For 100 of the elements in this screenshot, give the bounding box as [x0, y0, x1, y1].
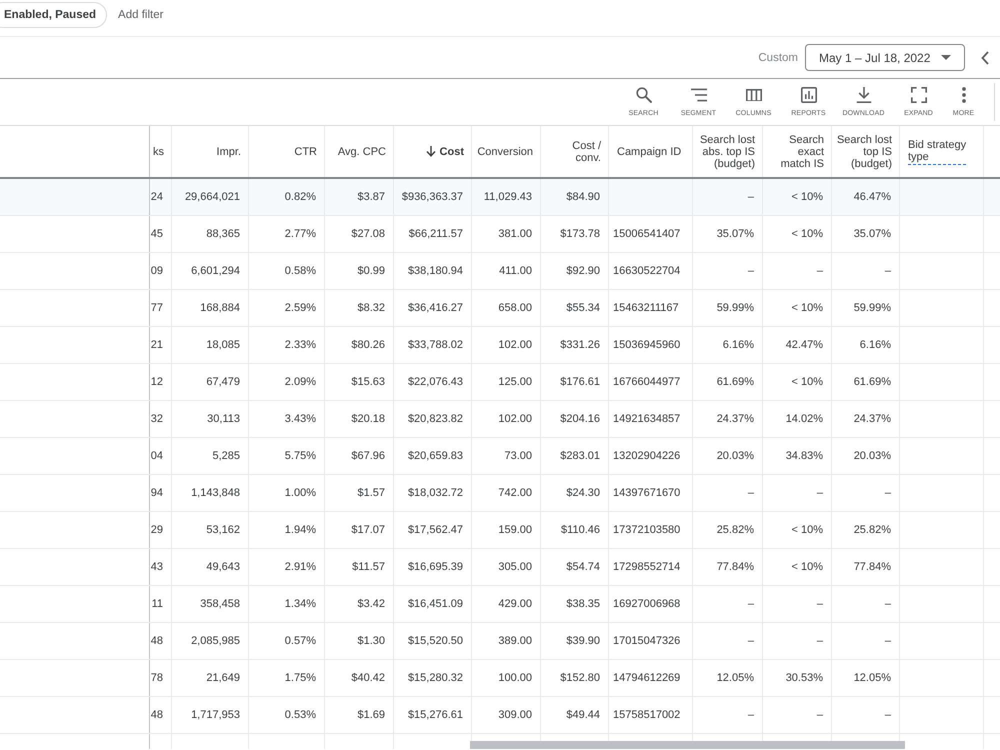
table-cell: $33,788.02	[394, 327, 472, 363]
table-cell: 17298552714	[609, 549, 693, 585]
table-cell: 12.05%	[832, 660, 900, 696]
table-cell: $66,211.57	[394, 216, 472, 252]
table-cell: 14.02%	[763, 401, 832, 437]
column-header[interactable]: Cost	[394, 126, 472, 177]
table-cell: $16,695.39	[394, 549, 472, 585]
table-cell: 411.00	[472, 253, 541, 289]
chevron-left-icon[interactable]	[981, 50, 989, 64]
table-cell: –	[832, 586, 900, 622]
date-range-label: Custom	[758, 52, 798, 64]
table-cell: 77	[150, 290, 172, 326]
table-cell: 78	[150, 660, 172, 696]
table-cell: 09	[150, 253, 172, 289]
table-cell: $18,032.72	[394, 475, 472, 511]
table-cell: $283.01	[541, 438, 609, 474]
table-cell: 159.00	[472, 512, 541, 548]
table-cell: $0.99	[325, 253, 394, 289]
caret-down-icon	[941, 55, 951, 60]
column-header[interactable]: Search exact match IS	[763, 126, 832, 177]
table-cell: $331.26	[541, 327, 609, 363]
column-header[interactable]: Search lost top IS (budget)	[832, 126, 900, 177]
table-cell: –	[693, 586, 763, 622]
table-cell: 0.82%	[249, 179, 325, 215]
table-cell: $936,363.37	[394, 179, 472, 215]
table-cell: < 10%	[763, 179, 832, 215]
table-cell: 21,649	[172, 660, 249, 696]
column-header[interactable]: Search lost abs. top IS (budget)	[693, 126, 763, 177]
table-cell: 15758517002	[609, 697, 693, 733]
column-header[interactable]: Campaign ID	[609, 126, 693, 177]
table-cell: 2.09%	[249, 364, 325, 400]
table-cell: 5,285	[172, 438, 249, 474]
table-cell: $3.42	[325, 586, 394, 622]
table-cell: 29	[150, 512, 172, 548]
table-cell: 16766044977	[609, 364, 693, 400]
table-cell: 14794612269	[609, 660, 693, 696]
table-cell: 25.82%	[693, 512, 763, 548]
table-cell: $15,276.61	[394, 697, 472, 733]
table-cell: 12	[150, 364, 172, 400]
table-cell: 0.53%	[249, 697, 325, 733]
table-cell: 14397671670	[609, 475, 693, 511]
table-cell: 0.58%	[249, 253, 325, 289]
table-cell: 94	[150, 475, 172, 511]
table-cell: 77.84%	[693, 549, 763, 585]
table-cell: 35.07%	[832, 216, 900, 252]
table-cell: 16630522704	[609, 253, 693, 289]
table-cell: $15,520.50	[394, 623, 472, 659]
table-cell: 100.00	[472, 660, 541, 696]
table-cell: $80.26	[325, 327, 394, 363]
filter-chip[interactable]: Enabled, Paused	[0, 2, 108, 28]
table-cell: < 10%	[763, 364, 832, 400]
arrow-down-icon	[426, 146, 436, 157]
table-cell: $16,451.09	[394, 586, 472, 622]
table-cell: 24.37%	[693, 401, 763, 437]
table-cell: 429.00	[472, 586, 541, 622]
table-cell: $36,416.27	[394, 290, 472, 326]
table-cell: 21	[150, 327, 172, 363]
table-cell: 14921634857	[609, 401, 693, 437]
column-header[interactable]: Cost / conv.	[541, 126, 609, 177]
table-cell: $20.18	[325, 401, 394, 437]
table-cell: –	[693, 179, 763, 215]
table-cell: $152.80	[541, 660, 609, 696]
table-cell: $67.96	[325, 438, 394, 474]
table-cell: $110.46	[541, 512, 609, 548]
table-cell: $17,562.47	[394, 512, 472, 548]
table-cell: 17372103580	[609, 512, 693, 548]
table-cell: $204.16	[541, 401, 609, 437]
search-icon	[636, 87, 652, 103]
table-cell: 0.57%	[249, 623, 325, 659]
table-cell: –	[693, 475, 763, 511]
column-header[interactable]: Conversion	[472, 126, 541, 177]
column-header[interactable]: Avg. CPC	[325, 126, 394, 177]
table-cell: 48	[150, 697, 172, 733]
table-cell: 32	[150, 401, 172, 437]
table-cell: 125.00	[472, 364, 541, 400]
table-cell: 168,884	[172, 290, 249, 326]
table-cell: 358,458	[172, 586, 249, 622]
table-cell: 2.59%	[249, 290, 325, 326]
table-cell: 34.83%	[763, 438, 832, 474]
add-filter-button[interactable]: Add filter	[118, 2, 164, 28]
table-cell: 59.99%	[832, 290, 900, 326]
column-header[interactable]: Bid strategy type	[900, 126, 984, 177]
table-cell: 309.00	[472, 697, 541, 733]
table-cell: < 10%	[763, 290, 832, 326]
table-cell: $24.30	[541, 475, 609, 511]
table-cell: 12.05%	[693, 660, 763, 696]
date-range-dropdown[interactable]: May 1 – Jul 18, 2022	[805, 44, 965, 71]
scrollbar-thumb[interactable]	[470, 741, 905, 749]
table-cell: 742.00	[472, 475, 541, 511]
download-icon	[856, 87, 872, 103]
column-header[interactable]: CTR	[249, 126, 325, 177]
table-cell: $22,076.43	[394, 364, 472, 400]
table-cell: 49,643	[172, 549, 249, 585]
table-cell: 43	[150, 549, 172, 585]
table-cell: 24	[150, 179, 172, 215]
table-cell: 48	[150, 623, 172, 659]
column-header[interactable]: ks	[150, 126, 172, 177]
column-header[interactable]: Impr.	[172, 126, 249, 177]
table-cell: 102.00	[472, 401, 541, 437]
table-cell: 11,029.43	[472, 179, 541, 215]
